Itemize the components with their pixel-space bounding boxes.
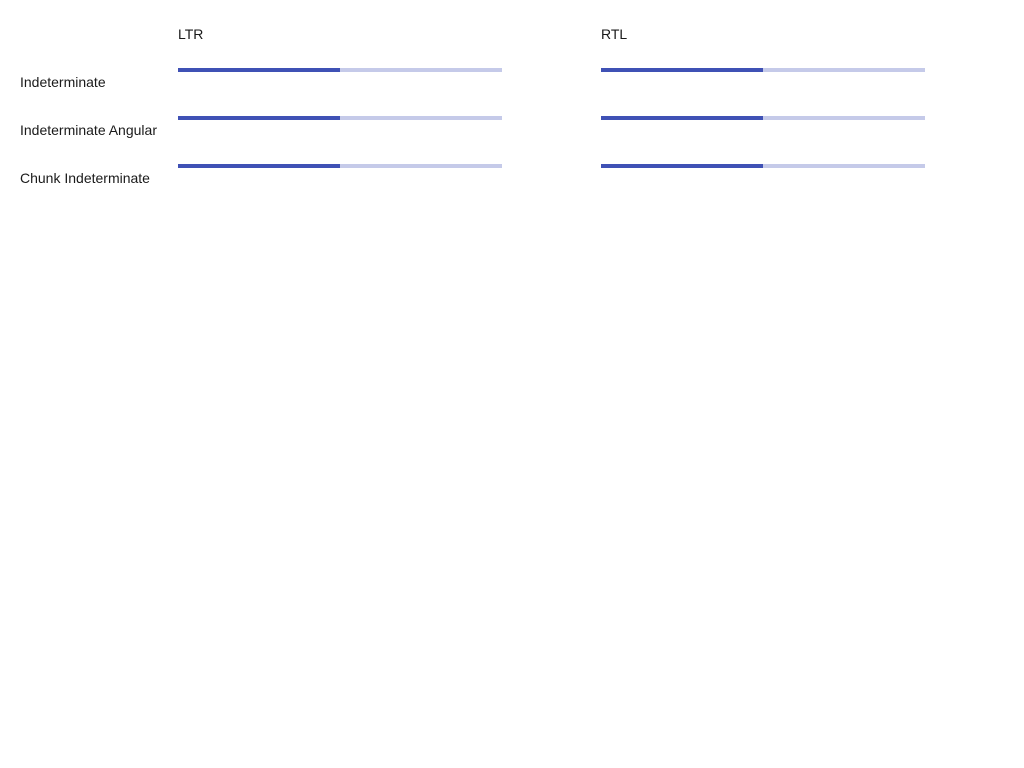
progress-bar-demo-page: LTR RTL Indeterminate Indeterminate Angu… bbox=[0, 0, 1024, 768]
row-label-indeterminate-angular: Indeterminate Angular bbox=[20, 122, 157, 138]
progress-fill bbox=[601, 164, 763, 168]
progress-bar-chunk-indeterminate-ltr bbox=[178, 164, 502, 168]
progress-bar-indeterminate-angular-ltr bbox=[178, 116, 502, 120]
progress-bar-chunk-indeterminate-rtl bbox=[601, 164, 925, 168]
progress-fill bbox=[178, 116, 340, 120]
row-label-indeterminate: Indeterminate bbox=[20, 74, 106, 90]
progress-fill bbox=[178, 68, 340, 72]
progress-fill bbox=[601, 68, 763, 72]
progress-bar-indeterminate-rtl bbox=[601, 68, 925, 72]
progress-fill bbox=[178, 164, 340, 168]
progress-bar-indeterminate-angular-rtl bbox=[601, 116, 925, 120]
row-label-chunk-indeterminate: Chunk Indeterminate bbox=[20, 170, 150, 186]
progress-fill bbox=[601, 116, 763, 120]
column-header-ltr: LTR bbox=[178, 26, 204, 42]
progress-bar-indeterminate-ltr bbox=[178, 68, 502, 72]
column-header-rtl: RTL bbox=[601, 26, 628, 42]
